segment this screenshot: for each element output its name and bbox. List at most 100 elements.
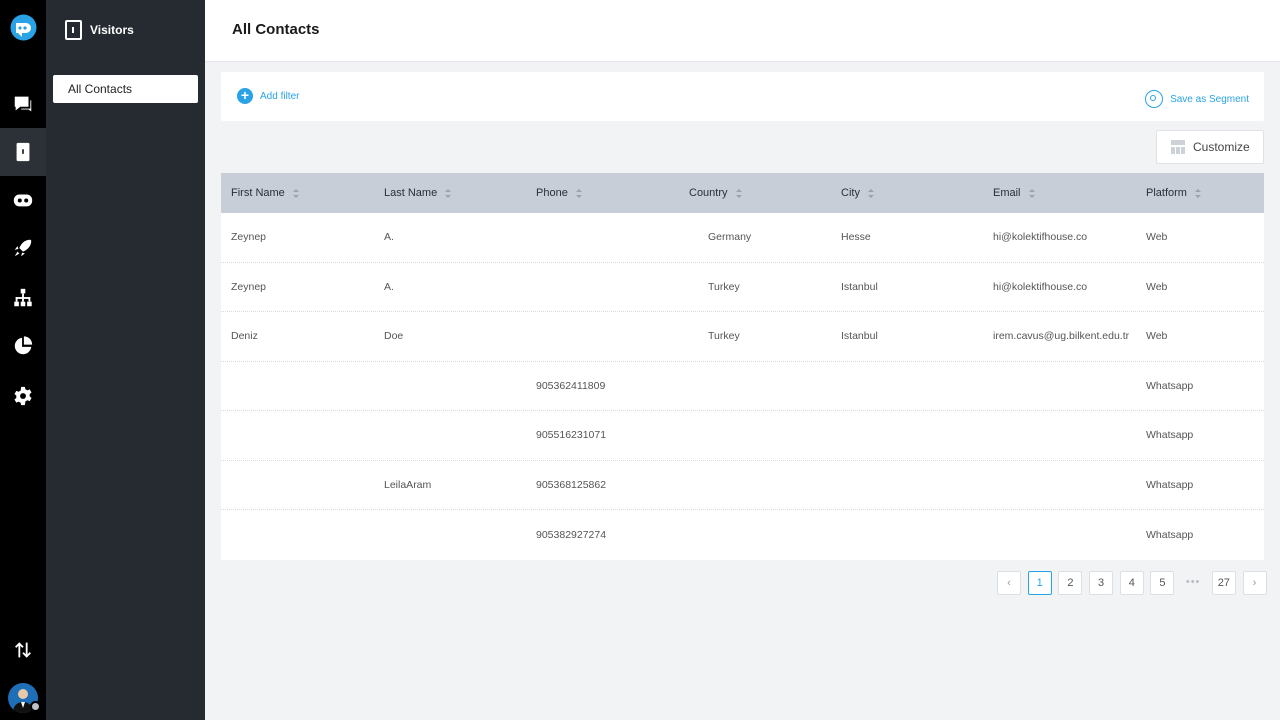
column-header-phone[interactable]: Phone (526, 173, 679, 213)
gear-icon (14, 386, 32, 406)
cell-platform: Web (1146, 330, 1168, 343)
flows-nav-button[interactable] (0, 274, 46, 322)
column-header-label: Email (993, 187, 1021, 199)
page-button-2[interactable]: 2 (1058, 571, 1083, 595)
contacts-icon (16, 142, 30, 162)
table-row[interactable]: Zeynep A. Germany Hesse hi@kolektifhouse… (221, 213, 1264, 263)
plus-icon: + (237, 88, 253, 104)
cell-last-name: LeilaAram (384, 478, 432, 491)
table-header: First Name Last Name Phone Country City … (221, 173, 1264, 213)
cell-first-name: Zeynep (231, 280, 267, 293)
next-page-button[interactable]: › (1242, 571, 1267, 595)
chat-nav-button[interactable] (0, 80, 46, 128)
sort-arrows-icon (15, 642, 31, 658)
cell-platform: Whatsapp (1146, 379, 1194, 392)
target-icon (1145, 90, 1164, 108)
column-header-email[interactable]: Email (983, 173, 1136, 213)
cell-country: Turkey (708, 330, 740, 343)
cell-platform: Whatsapp (1146, 429, 1194, 442)
cell-first-name: Zeynep (231, 231, 267, 244)
customize-button[interactable]: Customize (1156, 130, 1264, 164)
contacts-table: First Name Last Name Phone Country City … (221, 173, 1264, 560)
cell-last-name: Doe (384, 330, 404, 343)
bot-nav-button[interactable] (0, 176, 46, 224)
settings-nav-button[interactable] (0, 372, 46, 420)
cell-country: Germany (708, 231, 752, 244)
sidebar-item-all-contacts[interactable]: All Contacts (53, 75, 198, 103)
sort-icon[interactable] (1028, 188, 1035, 198)
column-header-label: First Name (231, 187, 285, 199)
contacts-icon (65, 20, 82, 40)
sidebar-header: Visitors (65, 20, 134, 40)
column-header-platform[interactable]: Platform (1136, 173, 1264, 213)
add-filter-label: Add filter (260, 90, 300, 102)
sort-icon[interactable] (735, 188, 742, 198)
cell-phone: 905382927274 (536, 528, 607, 541)
column-header-city[interactable]: City (831, 173, 983, 213)
pie-chart-icon (14, 336, 33, 355)
cell-city: Istanbul (841, 330, 878, 343)
cell-phone: 905368125862 (536, 478, 607, 491)
chat-icon (14, 96, 32, 112)
cell-last-name: A. (384, 231, 394, 244)
table-row[interactable]: 905362411809 Whatsapp (221, 362, 1264, 411)
add-filter-button[interactable]: + Add filter (237, 88, 299, 104)
save-segment-label: Save as Segment (1170, 93, 1249, 105)
cell-country: Turkey (708, 280, 740, 293)
cell-city: Istanbul (841, 280, 878, 293)
page-button-1[interactable]: 1 (1027, 571, 1052, 595)
pagination-ellipsis[interactable]: ••• (1181, 571, 1205, 595)
column-header-first-name[interactable]: First Name (221, 173, 374, 213)
cell-platform: Whatsapp (1146, 478, 1194, 491)
cell-platform: Web (1146, 280, 1168, 293)
sidebar: Visitors All Contacts (46, 0, 205, 720)
table-row[interactable]: 905382927274 Whatsapp (221, 510, 1264, 560)
rocket-icon (14, 239, 32, 257)
cell-email: hi@kolektifhouse.co (993, 231, 1088, 244)
cell-email: irem.cavus@ug.bilkent.edu.tr (993, 330, 1130, 343)
cell-first-name: Deniz (231, 330, 258, 343)
cell-platform: Whatsapp (1146, 528, 1194, 541)
cell-phone: 905362411809 (536, 379, 606, 392)
logo-icon[interactable] (10, 14, 37, 41)
icon-rail (0, 0, 46, 720)
switch-button[interactable] (0, 626, 46, 674)
column-header-label: Last Name (384, 187, 438, 199)
column-header-label: Platform (1146, 187, 1187, 199)
sort-icon[interactable] (445, 188, 452, 198)
column-header-label: Country (689, 187, 728, 199)
table-row[interactable]: LeilaAram 905368125862 Whatsapp (221, 461, 1264, 510)
cell-phone: 905516231071 (536, 429, 607, 442)
page-button-4[interactable]: 4 (1119, 571, 1144, 595)
filter-bar: + Add filter Save as Segment (221, 72, 1264, 121)
hierarchy-icon (14, 288, 32, 307)
sort-icon[interactable] (575, 188, 582, 198)
column-header-last-name[interactable]: Last Name (374, 173, 526, 213)
sort-icon[interactable] (867, 188, 874, 198)
cell-city: Hesse (841, 231, 871, 244)
campaigns-nav-button[interactable] (0, 224, 46, 272)
save-segment-button[interactable]: Save as Segment (1145, 90, 1249, 108)
sort-icon[interactable] (292, 188, 299, 198)
table-row[interactable]: Deniz Doe Turkey Istanbul irem.cavus@ug.… (221, 312, 1264, 362)
column-header-label: Phone (536, 187, 568, 199)
reports-nav-button[interactable] (0, 322, 46, 370)
contacts-nav-button[interactable] (0, 128, 46, 176)
table-row[interactable]: 905516231071 Whatsapp (221, 411, 1264, 461)
cell-email: hi@kolektifhouse.co (993, 280, 1088, 293)
customize-label: Customize (1193, 140, 1250, 154)
sidebar-title: Visitors (90, 23, 134, 37)
status-dot (30, 701, 41, 712)
page-button-3[interactable]: 3 (1089, 571, 1114, 595)
table-row[interactable]: Zeynep A. Turkey Istanbul hi@kolektifhou… (221, 263, 1264, 312)
column-header-label: City (841, 187, 860, 199)
page-button-last[interactable]: 27 (1211, 571, 1236, 595)
columns-icon (1171, 140, 1185, 154)
top-bar: All Contacts (205, 0, 1280, 62)
page-button-5[interactable]: 5 (1150, 571, 1175, 595)
page-title: All Contacts (232, 21, 320, 38)
sort-icon[interactable] (1194, 188, 1201, 198)
pagination: ‹ 1 2 3 4 5 ••• 27 › (997, 571, 1273, 595)
prev-page-button[interactable]: ‹ (997, 571, 1021, 595)
column-header-country[interactable]: Country (679, 173, 831, 213)
